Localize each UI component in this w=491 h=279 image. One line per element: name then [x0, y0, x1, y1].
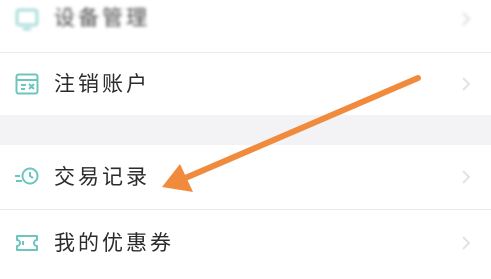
device-icon: [16, 9, 38, 30]
settings-item-transaction-records[interactable]: 交易记录: [0, 145, 491, 209]
chevron-right-icon: [462, 77, 471, 91]
cancel-account-icon: [15, 73, 39, 95]
chevron-right-icon: [462, 236, 471, 250]
settings-screen: 设备管理 注销账户 交易记录 我的优惠券: [0, 0, 491, 279]
settings-item-cancel-account[interactable]: 注销账户: [0, 53, 491, 115]
settings-item-label: 设备管理: [54, 6, 150, 30]
chevron-right-icon: [462, 170, 471, 184]
settings-item-label: 交易记录: [54, 165, 150, 189]
section-separator: [0, 115, 491, 145]
chevron-right-icon: [462, 12, 471, 26]
settings-item-label: 我的优惠券: [54, 231, 174, 255]
settings-item-device-management[interactable]: 设备管理: [0, 0, 491, 52]
settings-item-my-coupons[interactable]: 我的优惠券: [0, 210, 491, 279]
coupon-icon: [16, 235, 38, 251]
settings-item-label: 注销账户: [54, 72, 150, 96]
transaction-record-icon: [15, 167, 39, 185]
